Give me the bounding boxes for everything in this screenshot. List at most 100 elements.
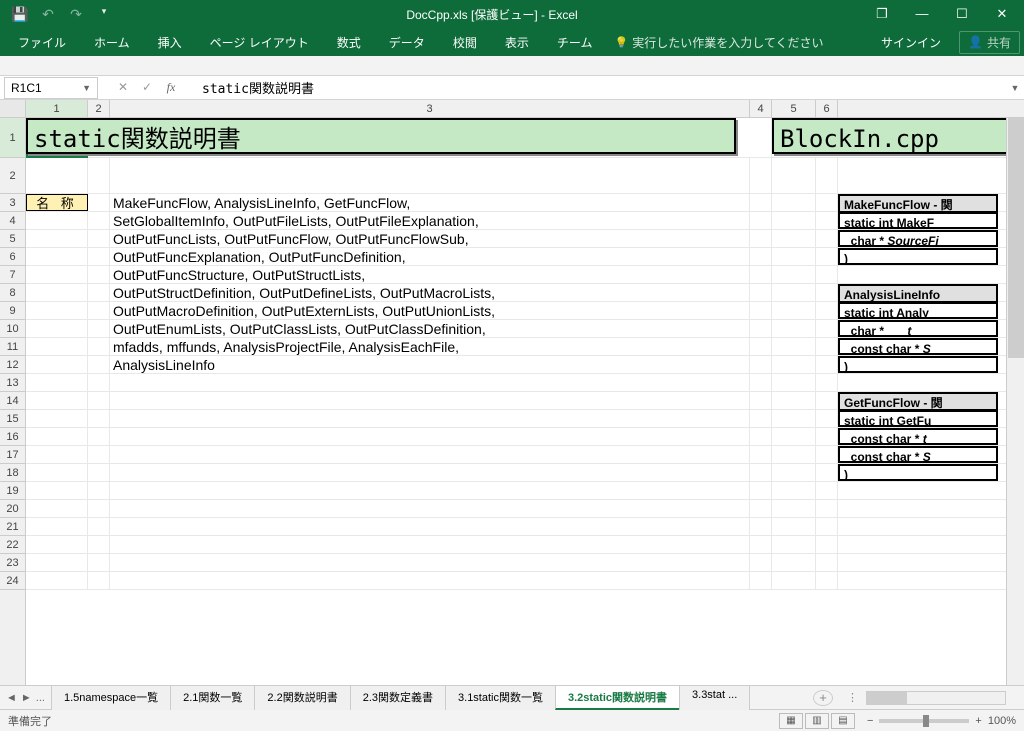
func-list-cell[interactable]: OutPutMacroDefinition, OutPutExternLists… — [110, 302, 750, 319]
sheet-tab-active[interactable]: 3.2static関数説明書 — [555, 685, 680, 710]
tab-home[interactable]: ホーム — [80, 28, 144, 56]
view-pagelayout-icon[interactable]: ▥ — [805, 713, 829, 729]
ribbon-display-icon[interactable]: ❐ — [864, 6, 900, 22]
view-normal-icon[interactable]: ▦ — [779, 713, 803, 729]
undo-icon[interactable]: ↶ — [38, 6, 58, 23]
row-header[interactable]: 24 — [0, 572, 25, 590]
col-header-4[interactable]: 4 — [750, 100, 772, 117]
cancel-icon[interactable]: ✕ — [112, 80, 134, 95]
zoom-slider-thumb[interactable] — [923, 715, 929, 727]
code-line[interactable]: static int Analy — [840, 304, 996, 319]
tell-me-box[interactable]: 💡 実行したい作業を入力してください — [614, 34, 823, 51]
row-header[interactable]: 15 — [0, 410, 25, 428]
row-header[interactable]: 13 — [0, 374, 25, 392]
row-header[interactable]: 23 — [0, 554, 25, 572]
row-header[interactable]: 5 — [0, 230, 25, 248]
row-header[interactable]: 3 — [0, 194, 25, 212]
tab-nav-ellipsis[interactable]: ... — [36, 692, 45, 704]
sheet-tab[interactable]: 2.3関数定義書 — [350, 685, 446, 710]
select-all-corner[interactable] — [0, 100, 26, 117]
name-label-cell[interactable]: 名 称 — [26, 194, 88, 211]
func-list-cell[interactable]: OutPutFuncExplanation, OutPutFuncDefinit… — [110, 248, 750, 265]
func-list-cell[interactable]: AnalysisLineInfo — [110, 356, 750, 373]
redo-icon[interactable]: ↷ — [66, 6, 86, 23]
code-block-title[interactable]: AnalysisLineInfo — [838, 284, 998, 302]
share-button[interactable]: 👤 共有 — [959, 31, 1020, 54]
code-block-title[interactable]: MakeFuncFlow - 関 — [838, 194, 998, 212]
row-header[interactable]: 9 — [0, 302, 25, 320]
row-header[interactable]: 22 — [0, 536, 25, 554]
scrollbar-thumb[interactable] — [1008, 118, 1024, 358]
sheet-tab[interactable]: 1.5namespace一覧 — [51, 685, 171, 710]
code-line[interactable]: static int MakeF — [840, 214, 996, 229]
row-header[interactable]: 6 — [0, 248, 25, 266]
tab-file[interactable]: ファイル — [4, 28, 80, 56]
func-list-cell[interactable]: SetGlobalItemInfo, OutPutFileLists, OutP… — [110, 212, 750, 229]
close-button[interactable]: ✕ — [984, 6, 1020, 22]
row-header[interactable]: 19 — [0, 482, 25, 500]
row-header[interactable]: 21 — [0, 518, 25, 536]
row-header[interactable]: 7 — [0, 266, 25, 284]
name-box-dropdown-icon[interactable]: ▼ — [82, 83, 91, 93]
row-header[interactable]: 20 — [0, 500, 25, 518]
vertical-scrollbar[interactable] — [1006, 118, 1024, 685]
col-header-1[interactable]: 1 — [26, 100, 88, 117]
code-line[interactable]: ) — [840, 358, 996, 373]
tab-team[interactable]: チーム — [543, 28, 607, 56]
zoom-out-button[interactable]: − — [867, 715, 873, 727]
zoom-level[interactable]: 100% — [988, 715, 1016, 727]
row-header[interactable]: 17 — [0, 446, 25, 464]
col-header-6[interactable]: 6 — [816, 100, 838, 117]
tab-view[interactable]: 表示 — [491, 28, 543, 56]
qat-customize-icon[interactable]: ▾ — [94, 6, 114, 23]
name-box[interactable]: R1C1 ▼ — [4, 77, 98, 99]
func-list-cell[interactable]: OutPutStructDefinition, OutPutDefineList… — [110, 284, 750, 301]
maximize-button[interactable]: ☐ — [944, 6, 980, 22]
code-line[interactable]: char * t — [840, 322, 996, 337]
tab-formulas[interactable]: 数式 — [323, 28, 375, 56]
func-list-cell[interactable]: mfadds, mffunds, AnalysisProjectFile, An… — [110, 338, 750, 355]
sheet-tab[interactable]: 3.1static関数一覧 — [445, 685, 556, 710]
row-header-1[interactable]: 1 — [0, 118, 25, 158]
row-header[interactable]: 16 — [0, 428, 25, 446]
minimize-button[interactable]: — — [904, 6, 940, 22]
title-cell-right[interactable]: BlockIn.cpp — [772, 118, 1024, 154]
func-list-cell[interactable]: OutPutFuncStructure, OutPutStructLists, — [110, 266, 750, 283]
code-line[interactable]: static int GetFu — [840, 412, 996, 427]
row-header[interactable]: 11 — [0, 338, 25, 356]
horizontal-scrollbar[interactable] — [866, 691, 1006, 705]
tab-review[interactable]: 校閲 — [439, 28, 491, 56]
row-header[interactable]: 10 — [0, 320, 25, 338]
sign-in-link[interactable]: サインイン — [881, 34, 949, 51]
row-header[interactable]: 8 — [0, 284, 25, 302]
code-line[interactable]: ) — [840, 466, 996, 481]
enter-icon[interactable]: ✓ — [136, 80, 158, 95]
cells-area[interactable]: static関数説明書 BlockIn.cpp 名 称 MakeFuncFlow… — [26, 118, 1024, 685]
new-sheet-button[interactable]: + — [813, 690, 833, 706]
sheet-tab[interactable]: 3.3stat ... — [679, 685, 750, 710]
code-line[interactable]: const char * S — [840, 448, 996, 463]
save-icon[interactable]: 💾 — [10, 6, 30, 23]
row-header[interactable]: 14 — [0, 392, 25, 410]
func-list-cell[interactable]: MakeFuncFlow, AnalysisLineInfo, GetFuncF… — [110, 194, 750, 211]
code-line[interactable]: ) — [840, 250, 996, 265]
col-header-3[interactable]: 3 — [110, 100, 750, 117]
tab-insert[interactable]: 挿入 — [144, 28, 196, 56]
row-header[interactable]: 18 — [0, 464, 25, 482]
func-list-cell[interactable]: OutPutFuncLists, OutPutFuncFlow, OutPutF… — [110, 230, 750, 247]
code-line[interactable]: const char * S — [840, 340, 996, 355]
sheet-tab[interactable]: 2.2関数説明書 — [254, 685, 350, 710]
col-header-2[interactable]: 2 — [88, 100, 110, 117]
code-line[interactable]: char * char * SourceFiSourceFi — [840, 232, 996, 247]
tab-nav-next-icon[interactable]: ► — [21, 692, 32, 704]
code-block-title[interactable]: GetFuncFlow - 関 — [838, 392, 998, 410]
sheet-tab[interactable]: 2.1関数一覧 — [170, 685, 255, 710]
row-header[interactable]: 12 — [0, 356, 25, 374]
title-cell-left[interactable]: static関数説明書 — [26, 118, 736, 154]
tab-nav-prev-icon[interactable]: ◄ — [6, 692, 17, 704]
col-header-rest[interactable] — [838, 100, 998, 117]
zoom-in-button[interactable]: + — [975, 715, 981, 727]
scrollbar-thumb[interactable] — [867, 692, 907, 704]
code-line[interactable]: const char * t — [840, 430, 996, 445]
formula-input[interactable] — [198, 77, 1006, 99]
